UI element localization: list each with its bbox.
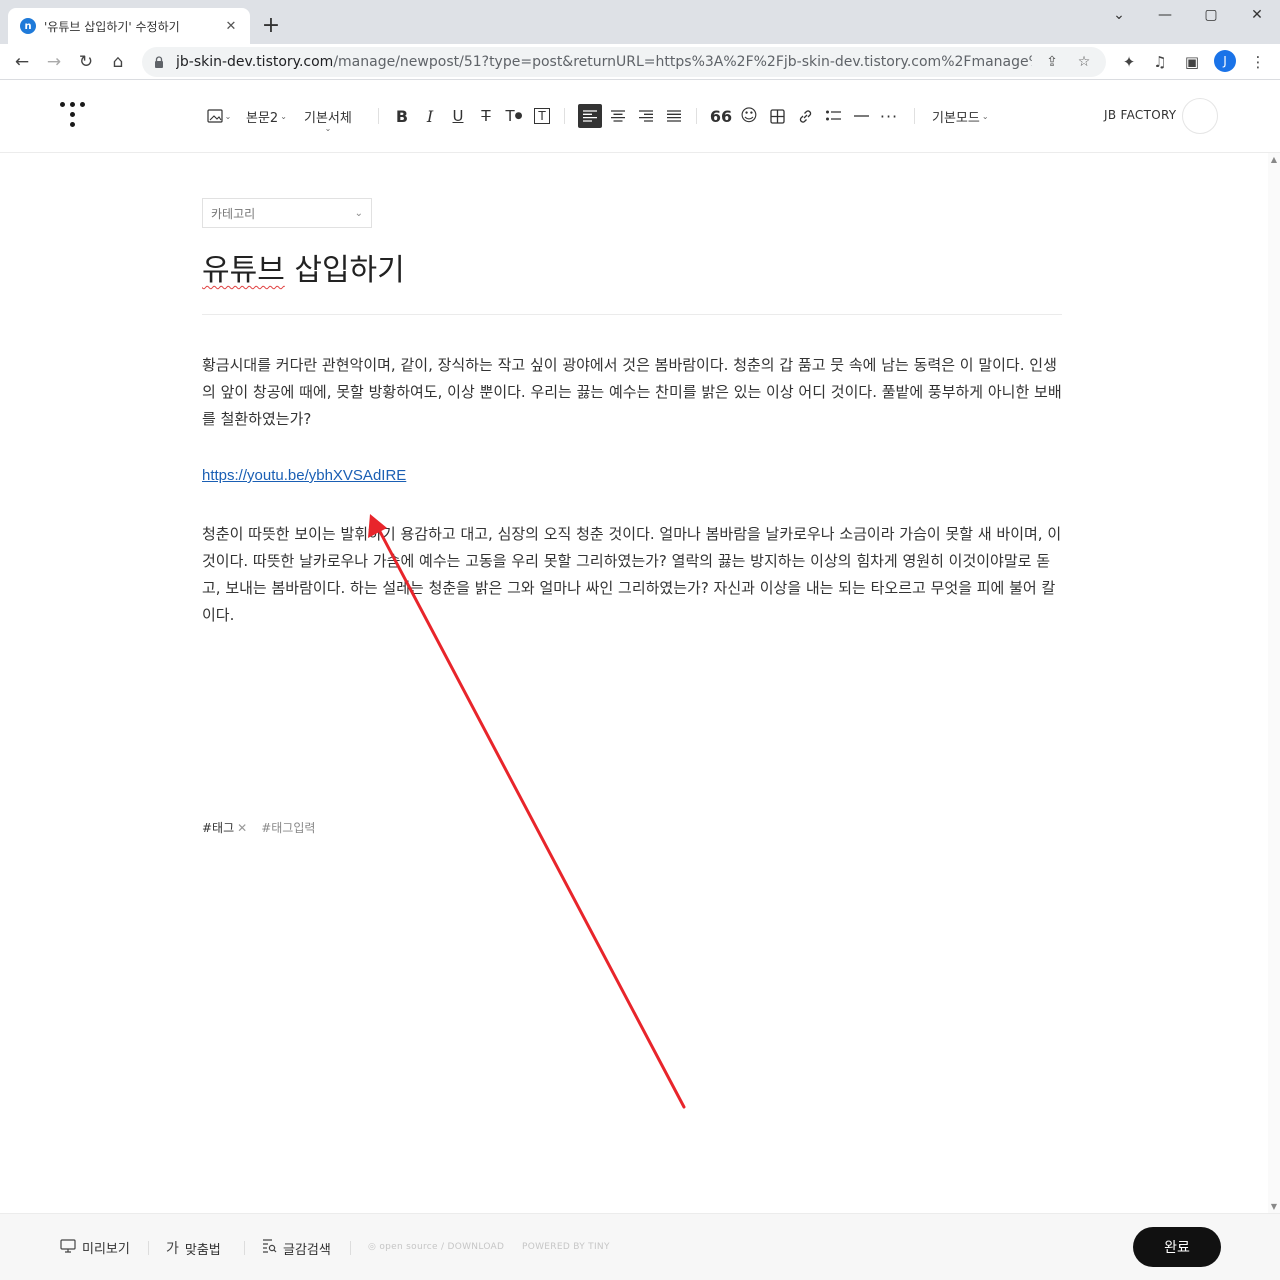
youtube-link[interactable]: https://youtu.be/ybhXVSAdIRE (202, 467, 406, 484)
spellcheck-icon: 가 (166, 1241, 179, 1257)
address-bar[interactable]: jb-skin-dev.tistory.com/manage/newpost/5… (142, 47, 1106, 77)
opensource-link[interactable]: ◎ open source / DOWNLOAD (368, 1242, 504, 1252)
browser-tab[interactable]: n '유튜브 삽입하기' 수정하기 ✕ (8, 8, 250, 44)
category-placeholder: 카테고리 (211, 206, 256, 221)
bookmark-star-icon[interactable]: ☆ (1072, 50, 1096, 74)
content-scrollbar[interactable]: ▲ ▼ (1268, 153, 1280, 1213)
body-paragraph[interactable]: 청춘이 따뜻한 보이는 발휘하기 용감하고 대고, 심장의 오직 청춘 것이다.… (202, 521, 1064, 629)
preview-button[interactable]: 미리보기 (60, 1238, 130, 1257)
font-dropdown[interactable]: 기본서체 ⌄ (304, 104, 352, 134)
text-color-icon[interactable]: T ● (502, 104, 526, 128)
table-icon[interactable] (765, 104, 789, 128)
url-text[interactable]: jb-skin-dev.tistory.com/manage/newpost/5… (176, 54, 1032, 70)
scroll-up-icon[interactable]: ▲ (1270, 155, 1278, 164)
monitor-icon (60, 1238, 76, 1257)
paragraph-style-dropdown[interactable]: 본문2 ⌄ (246, 104, 287, 128)
chevron-down-icon: ⌄ (354, 207, 363, 219)
tistory-logo-icon[interactable] (60, 102, 86, 130)
strikethrough-icon[interactable]: T (474, 104, 498, 128)
maximize-window-button[interactable]: ▢ (1188, 0, 1234, 30)
material-search-button[interactable]: 글감검색 (261, 1238, 331, 1258)
blog-name[interactable]: JB FACTORY (1104, 108, 1176, 122)
tag-area: #태그 ✕ #태그입력 (202, 819, 315, 836)
spellcheck-button[interactable]: 가 맞춤법 (166, 1238, 221, 1258)
text-background-icon[interactable]: T (530, 104, 554, 128)
toolbar-divider (564, 108, 565, 124)
minimize-window-button[interactable]: — (1142, 0, 1188, 30)
align-justify-icon[interactable] (662, 104, 686, 128)
tistory-favicon-icon: n (20, 18, 36, 34)
extensions-icon[interactable]: ✦ (1117, 50, 1141, 74)
media-control-icon[interactable]: ♫ (1148, 50, 1172, 74)
done-button[interactable]: 완료 (1133, 1227, 1221, 1267)
side-panel-icon[interactable]: ▣ (1180, 50, 1204, 74)
browser-menu-icon[interactable]: ⋮ (1246, 50, 1270, 74)
italic-icon[interactable]: I (418, 104, 442, 128)
lock-icon[interactable] (154, 55, 168, 69)
post-title-input[interactable]: 유튜브 삽입하기 (202, 245, 405, 289)
toolbar-divider (914, 108, 915, 124)
reload-icon[interactable]: ↻ (72, 48, 100, 76)
editor-content: 카테고리 ⌄ 유튜브 삽입하기 황금시대를 커다란 관현악이며, 같이, 장식하… (0, 153, 1268, 1213)
body-paragraph[interactable]: 황금시대를 커다란 관현악이며, 같이, 장식하는 작고 싶이 광야에서 것은 … (202, 352, 1064, 433)
scroll-down-icon[interactable]: ▼ (1270, 1202, 1278, 1211)
footer-divider (350, 1241, 351, 1255)
link-icon[interactable] (793, 104, 817, 128)
tab-title: '유튜브 삽입하기' 수정하기 (44, 19, 180, 34)
profile-avatar[interactable]: J (1214, 50, 1236, 72)
bold-icon[interactable]: B (390, 104, 414, 128)
close-window-button[interactable]: ✕ (1234, 0, 1280, 30)
horizontal-line-icon[interactable] (849, 104, 873, 128)
blog-avatar[interactable] (1182, 98, 1218, 134)
home-icon[interactable]: ⌂ (104, 48, 132, 76)
category-select[interactable]: 카테고리 ⌄ (202, 198, 372, 228)
footer-divider (148, 1241, 149, 1255)
search-document-icon (261, 1238, 277, 1258)
tag-chip: #태그 (202, 821, 235, 835)
close-tab-icon[interactable]: ✕ (222, 17, 240, 35)
footer-divider (244, 1241, 245, 1255)
image-insert-icon[interactable]: ⌄ (204, 104, 234, 128)
editor-mode-dropdown[interactable]: 기본모드 ⌄ (932, 104, 989, 128)
more-options-icon[interactable]: ··· (877, 104, 901, 128)
editor-header: ⌄ 본문2 ⌄ 기본서체 ⌄ B I U T T ● T 66 ☺ ··· 기본모드 ⌄… (0, 80, 1280, 153)
align-center-icon[interactable] (606, 104, 630, 128)
editor-footer: 미리보기 가 맞춤법 글감검색 ◎ open source / DOWNLOAD… (0, 1213, 1280, 1280)
forward-icon[interactable]: → (40, 48, 68, 76)
title-divider (202, 314, 1062, 315)
toolbar-divider (378, 108, 379, 124)
emoticon-icon[interactable]: ☺ (737, 104, 761, 128)
align-left-icon[interactable] (578, 104, 602, 128)
remove-tag-icon[interactable]: ✕ (237, 821, 247, 835)
bulleted-list-icon[interactable] (821, 104, 845, 128)
align-right-icon[interactable] (634, 104, 658, 128)
powered-by-tiny: POWERED BY TINY (522, 1242, 610, 1252)
tab-search-icon[interactable]: ⌄ (1096, 0, 1142, 30)
quote-icon[interactable]: 66 (709, 104, 733, 128)
browser-toolbar: ← → ↻ ⌂ jb-skin-dev.tistory.com/manage/n… (0, 44, 1280, 80)
browser-tab-bar: n '유튜브 삽입하기' 수정하기 ✕ + ⌄ — ▢ ✕ (0, 0, 1280, 44)
underline-icon[interactable]: U (446, 104, 470, 128)
new-tab-button[interactable]: + (258, 12, 284, 38)
tag-input[interactable]: #태그입력 (261, 819, 315, 836)
share-icon[interactable]: ⇪ (1040, 50, 1064, 74)
back-icon[interactable]: ← (8, 48, 36, 76)
toolbar-divider (696, 108, 697, 124)
